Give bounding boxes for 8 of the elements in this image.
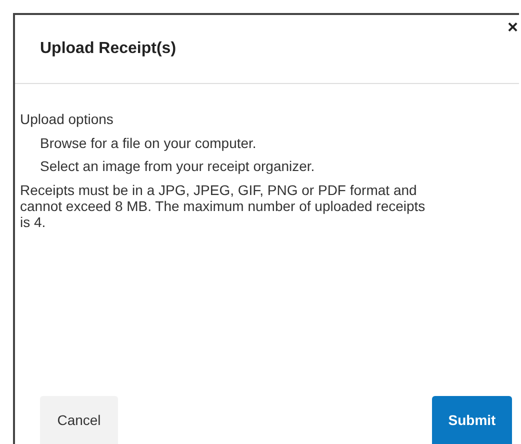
dialog-title: Upload Receipt(s) — [40, 40, 176, 58]
close-button[interactable]: × — [506, 17, 519, 37]
cancel-button[interactable]: Cancel — [40, 396, 118, 444]
format-note: Receipts must be in a JPG, JPEG, GIF, PNG or PDF format and cannot exceed 8 MB. The maximum number of uploaded receipts is 4. — [20, 182, 426, 230]
options-label: Upload options — [20, 110, 114, 128]
upload-option-link[interactable]: Select an image from your receipt organizer. — [40, 155, 315, 178]
submit-button[interactable]: Submit — [432, 396, 512, 444]
upload-option-link[interactable]: Browse for a file on your computer. — [40, 132, 256, 155]
